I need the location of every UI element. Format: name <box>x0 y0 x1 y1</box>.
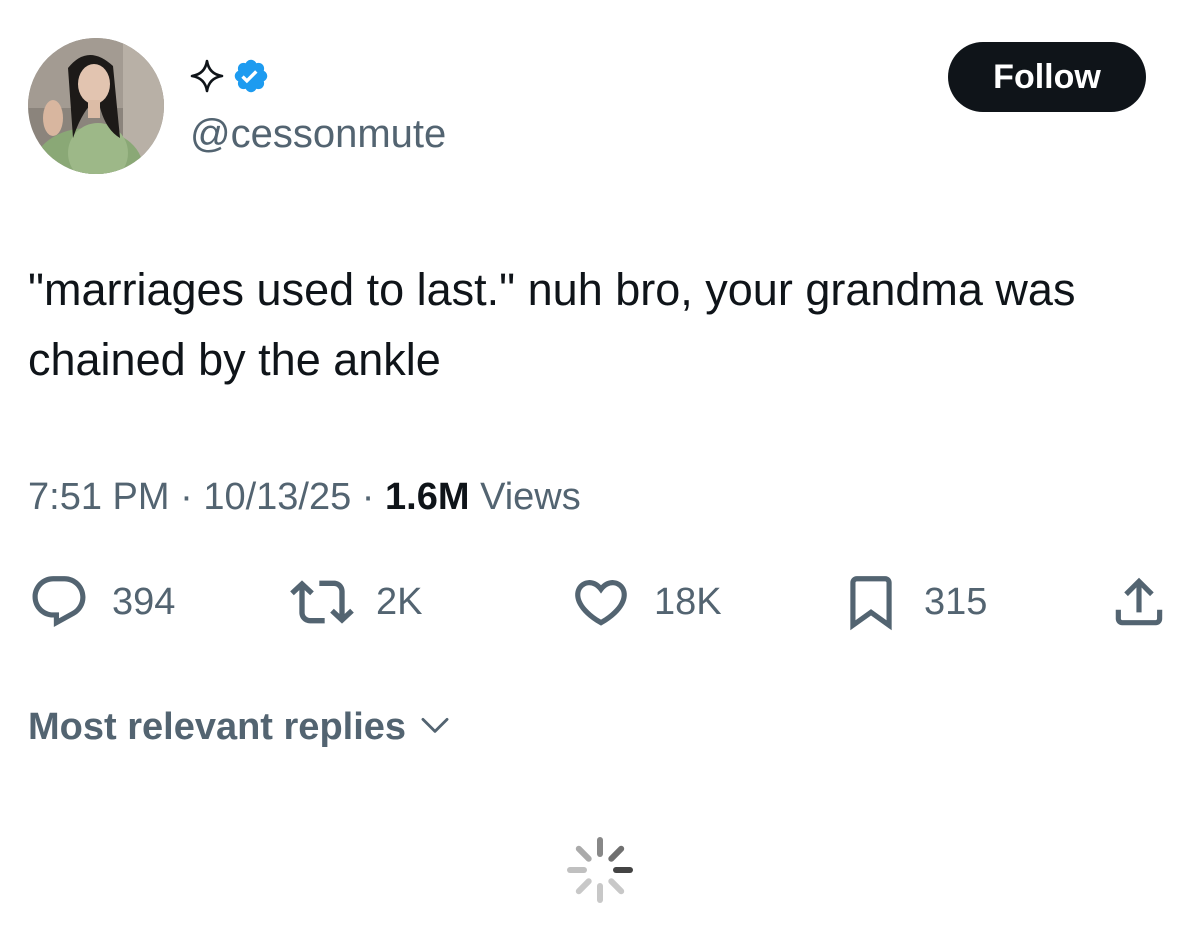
tweet-meta: 7:51 PM · 10/13/25 · 1.6M Views <box>28 472 581 522</box>
share-button[interactable] <box>1108 570 1170 634</box>
verified-badge-icon[interactable] <box>232 57 270 100</box>
avatar[interactable] <box>28 38 164 174</box>
display-name[interactable] <box>190 58 270 98</box>
meta-separator: · <box>180 476 193 518</box>
views-label: Views <box>480 476 581 518</box>
share-icon <box>1108 571 1170 633</box>
loading-spinner-icon <box>566 836 634 904</box>
meta-separator: · <box>361 476 375 518</box>
reply-count: 394 <box>112 580 176 623</box>
action-bar: 394 2K 18K 315 <box>0 570 1200 634</box>
repost-count: 2K <box>376 580 423 623</box>
bookmark-count: 315 <box>924 580 988 623</box>
tweet-date[interactable]: 10/13/25 <box>203 476 351 518</box>
like-count: 18K <box>654 580 722 623</box>
user-handle[interactable]: @cessonmute <box>190 110 446 158</box>
bookmark-icon <box>840 571 902 633</box>
heart-icon <box>570 571 632 633</box>
like-button[interactable]: 18K <box>570 570 722 634</box>
repost-button[interactable]: 2K <box>290 570 422 634</box>
tweet-text: "marriages used to last." nuh bro, your … <box>28 264 1076 385</box>
follow-button[interactable]: Follow <box>948 42 1146 112</box>
reply-icon <box>28 571 90 633</box>
bookmark-button[interactable]: 315 <box>840 570 987 634</box>
repost-icon <box>290 570 354 634</box>
chevron-down-icon <box>418 708 452 747</box>
four-point-sparkle-icon <box>190 59 224 98</box>
tweet-time[interactable]: 7:51 PM <box>28 476 170 518</box>
reply-button[interactable]: 394 <box>28 570 175 634</box>
views-count: 1.6M <box>385 476 470 518</box>
replies-sort-dropdown[interactable]: Most relevant replies <box>28 700 452 754</box>
replies-sort-label: Most relevant replies <box>28 705 407 748</box>
